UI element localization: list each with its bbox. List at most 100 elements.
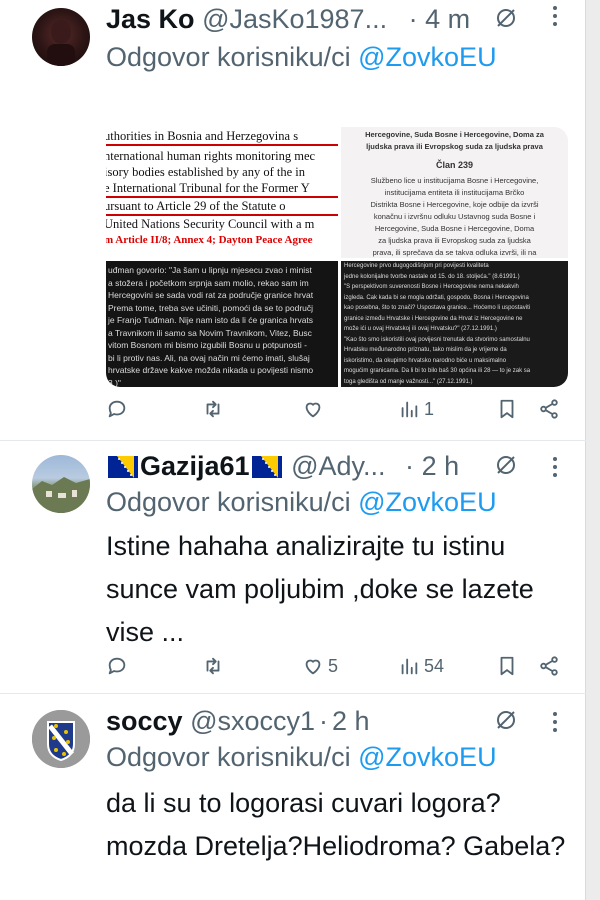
like-button[interactable] [302, 398, 328, 420]
bookmark-icon [500, 399, 514, 419]
media-text-line: a stožera i početkom srpnja sam molio, r… [108, 277, 309, 288]
more-options-icon[interactable] [552, 710, 558, 741]
media-text-line: granice između Hrvatske i Hercegovine da… [344, 315, 523, 322]
like-button[interactable]: 5 [302, 655, 338, 677]
media-text-line: za ljudska prava ili Evropskog suda za l… [378, 236, 531, 245]
retweet-button[interactable] [202, 655, 228, 677]
tweet-text: da li su to logorasi cuvari logora? mozd… [106, 788, 566, 861]
replying-to-label: Odgovor korisniku/ci [106, 487, 351, 517]
tweet-2[interactable]: Gazija61 @Ady... · 2 h Odgovor korisniku… [0, 441, 586, 693]
reply-icon [108, 400, 126, 418]
media-image-2[interactable]: Hercegovine, Suda Bosne i Hercegovine, D… [341, 127, 568, 258]
display-name[interactable]: soccy [106, 706, 183, 736]
timestamp[interactable]: 4 m [425, 4, 470, 34]
views-button[interactable]: 1 [398, 398, 434, 420]
bookmark-button[interactable] [496, 398, 518, 420]
more-options-icon[interactable] [552, 4, 558, 35]
tweet-header: Gazija61 @Ady... · 2 h [106, 449, 459, 483]
media-text-line: Hercegovine, Suda Bosne i Hercegovine, D… [374, 224, 535, 233]
media-text-line: može ići u ovaj Hrvatskoj ili ovaj Hrvat… [344, 326, 497, 332]
media-text-line: kao posebna, što to znači? Uspostava gra… [344, 305, 531, 311]
avatar-image [32, 477, 90, 513]
media-text-line: United Nations Security Council with a m [106, 217, 315, 231]
separator-dot: · [408, 4, 418, 34]
like-count: 5 [328, 655, 339, 676]
replying-to-label: Odgovor korisniku/ci [106, 742, 351, 772]
avatar-soccy[interactable] [32, 710, 90, 768]
share-button[interactable] [538, 398, 560, 420]
share-button[interactable] [538, 655, 560, 677]
media-text-line: Član 239 [435, 160, 474, 170]
media-image-3[interactable]: uđman govorio: "Ja šam u lipnju mjesecu … [106, 261, 338, 387]
avatar-jasko[interactable] [32, 8, 90, 66]
heart-icon [305, 659, 321, 675]
separator-dot: · [405, 451, 415, 481]
tweet-1[interactable]: Jas Ko @JasKo1987... · 4 m Odgovor koris… [0, 0, 586, 438]
reply-button[interactable] [106, 398, 132, 420]
more-options-icon[interactable] [552, 455, 558, 486]
media-text-line: nternational human rights monitoring mec [106, 149, 316, 163]
mute-icon[interactable] [494, 453, 518, 483]
mute-icon[interactable] [494, 708, 518, 738]
bosnia-flag-icon [108, 456, 138, 478]
media-text-line: Službeno lice u institucijama Bosne i He… [370, 176, 539, 185]
media-text-line: Hercegovine, Suda Bosne i Hercegovine, D… [365, 130, 544, 139]
media-text-line: iskoristimo, da okupimo hrvatsko narodno… [344, 357, 507, 364]
media-text-line: institucijama entiteta ili institucijama… [384, 188, 525, 197]
media-text-line: hrvatske države kakve možda nikada u pov… [108, 365, 314, 375]
coat-of-arms-icon [32, 710, 90, 768]
media-text-line: "Kao što smo iskoristili ovaj povijesni … [344, 336, 530, 343]
separator-dot: · [319, 706, 329, 736]
views-icon [401, 401, 418, 418]
retweet-icon [206, 657, 220, 675]
display-name[interactable]: Gazija61 [140, 451, 250, 481]
media-text-line: ursuant to Article 29 of the Statute o [106, 198, 338, 216]
mention-link[interactable]: @ZovkoEU [358, 42, 496, 72]
share-icon [540, 399, 558, 419]
replying-to: Odgovor korisniku/ci @ZovkoEU [106, 40, 497, 74]
timestamp[interactable]: 2 h [332, 706, 370, 736]
display-name[interactable]: Jas Ko [106, 4, 195, 34]
media-text-line: vitom Bosnom mi bismo izgubili Bosnu u p… [108, 340, 307, 350]
mention-link[interactable]: @ZovkoEU [358, 487, 496, 517]
media-text-line: Hercegovini se sada vodi rat za područje… [108, 290, 314, 300]
media-text-line: 3.)" [108, 377, 121, 388]
media-text-line: isory bodies established by any of the i… [106, 165, 306, 179]
tweet-actions: 1 [106, 398, 558, 428]
views-count: 54 [424, 655, 445, 676]
scrollbar[interactable] [585, 0, 600, 900]
media-text-line: jedne kolonijalne tvorbe nastale od 15. … [344, 273, 520, 280]
media-text-line: toga gledišta od manje važnosti..." (27.… [344, 378, 473, 385]
bookmark-button[interactable] [496, 655, 518, 677]
bosnia-flag-icon [251, 456, 282, 478]
retweet-icon [206, 400, 220, 418]
avatar-gazija61[interactable] [32, 455, 90, 513]
media-image-1[interactable]: uthorities in Bosnia and Herzegovina s n… [106, 127, 338, 258]
heart-icon [305, 402, 321, 418]
share-icon [540, 656, 558, 676]
tweet-3[interactable]: soccy @sxoccy1 · 2 h Odgovor korisniku/ci … [0, 694, 586, 900]
views-count: 1 [424, 398, 435, 419]
media-grid[interactable]: uthorities in Bosnia and Herzegovina s n… [106, 127, 568, 387]
media-image-4[interactable]: Hercegovine prvo dugogodišnjom pri povij… [341, 261, 568, 387]
mention-link[interactable]: @ZovkoEU [358, 742, 496, 772]
media-text-line: uđman govorio: "Ja šam u lipnju mjesecu … [108, 265, 312, 275]
media-text-line: e International Tribunal for the Former … [106, 180, 338, 198]
replying-to: Odgovor korisniku/ci @ZovkoEU [106, 485, 497, 519]
reply-icon [108, 657, 126, 675]
bookmark-icon [500, 656, 514, 676]
user-handle[interactable]: @JasKo1987... [202, 4, 387, 34]
media-text-line: Hercegovine prvo dugogodišnjom pri povij… [344, 263, 489, 269]
retweet-button[interactable] [202, 398, 228, 420]
timestamp[interactable]: 2 h [422, 451, 460, 481]
tweet-header: soccy @sxoccy1 · 2 h [106, 704, 370, 738]
media-text-line: ljudska prava ili Evropskog suda za ljud… [366, 142, 543, 151]
user-handle[interactable]: @sxoccy1 [190, 706, 315, 736]
media-text-line: bi li protiv nas. Ali, na ovaj način mi … [108, 352, 310, 363]
views-button[interactable]: 54 [398, 655, 444, 677]
tweet-text: Istine hahaha analizirajte tu istinu sun… [106, 531, 534, 647]
replying-to: Odgovor korisniku/ci @ZovkoEU [106, 740, 497, 774]
mute-icon[interactable] [494, 6, 518, 36]
reply-button[interactable] [106, 655, 132, 677]
user-handle[interactable]: @Ady... [291, 451, 385, 481]
